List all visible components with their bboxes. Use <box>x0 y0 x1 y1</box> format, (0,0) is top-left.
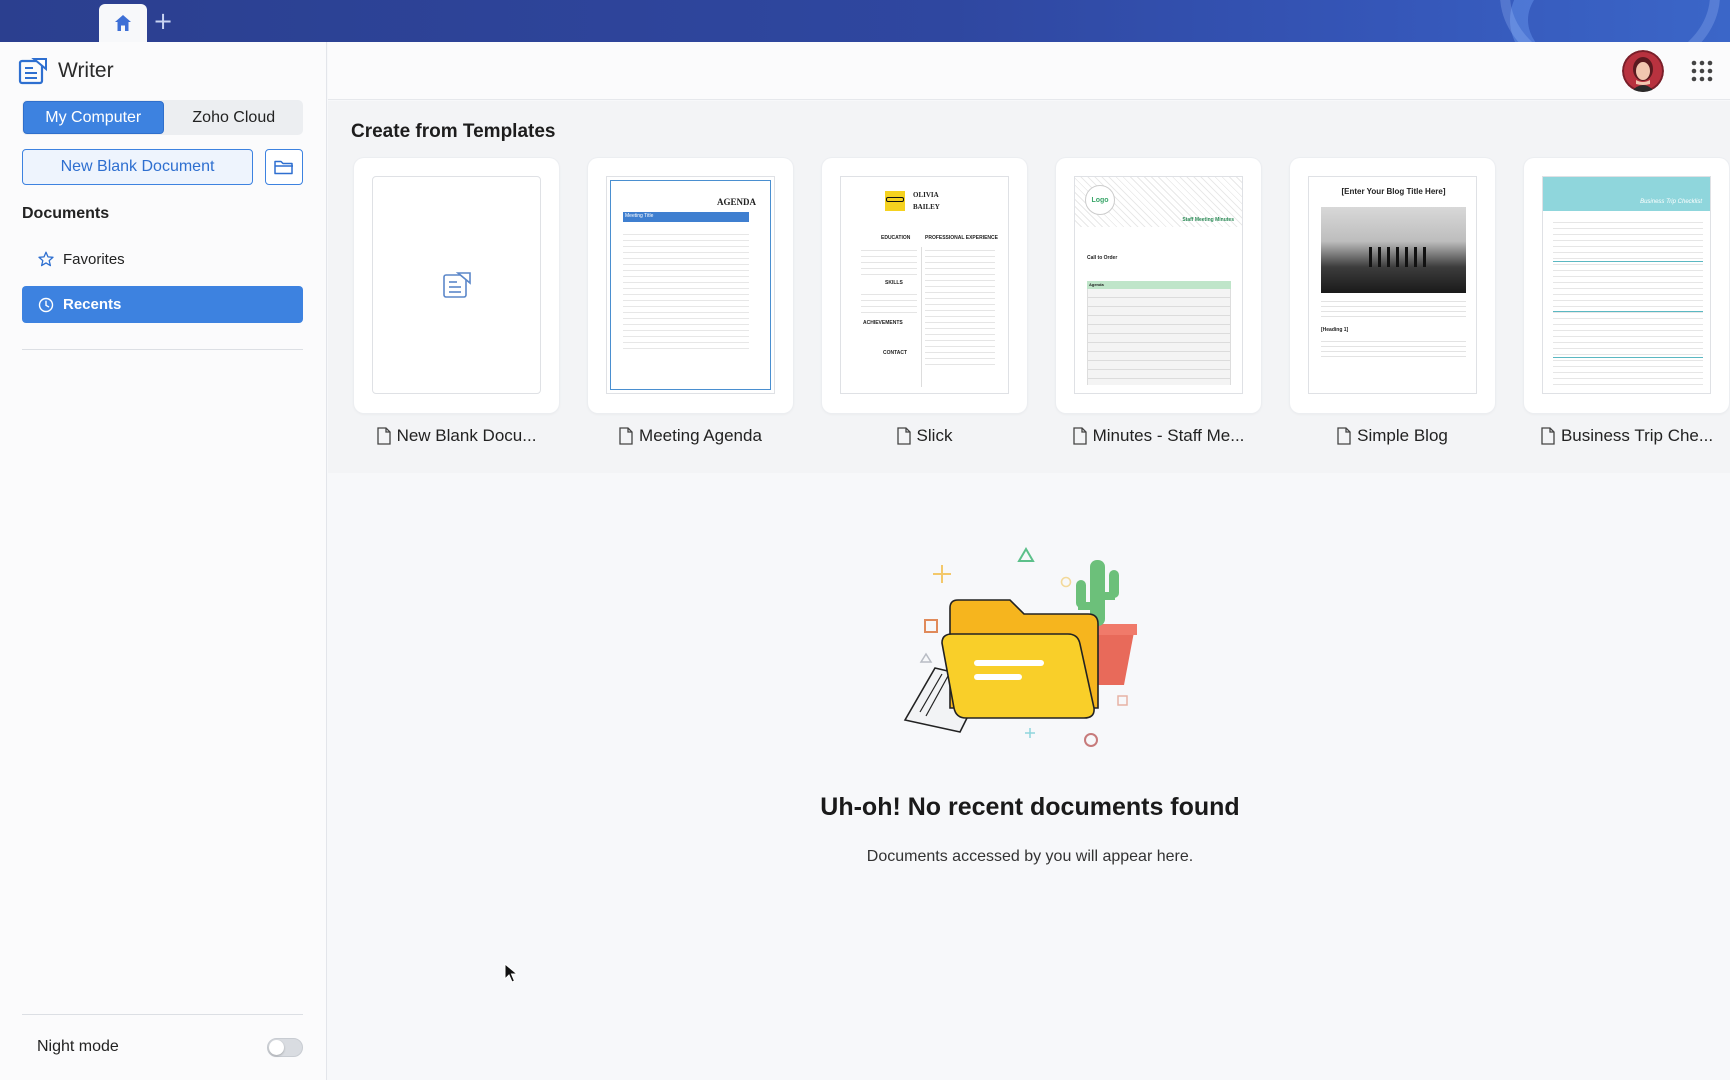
open-file-button[interactable] <box>265 149 303 185</box>
divider <box>22 1014 303 1015</box>
plus-icon: + <box>152 7 174 35</box>
sidebar-item-favorites[interactable]: Favorites <box>22 241 303 277</box>
preview-sub: Call to Order <box>1087 255 1118 261</box>
new-tab-button[interactable]: + <box>152 8 174 34</box>
document-icon <box>896 427 911 445</box>
template-card-simple-blog[interactable]: [Enter Your Blog Title Here] [Heading 1] <box>1290 158 1495 413</box>
divider <box>22 349 303 350</box>
night-mode-label: Night mode <box>37 1038 119 1055</box>
template-name: New Blank Docu... <box>396 426 537 445</box>
template-name: Business Trip Che... <box>1560 426 1714 445</box>
template-card-slick[interactable]: OLIVIA BAILEY EDUCATION PROFESSIONAL EXP… <box>822 158 1027 413</box>
template-preview: [Enter Your Blog Title Here] [Heading 1] <box>1308 176 1477 394</box>
documents-heading: Documents <box>22 205 110 222</box>
template-label-minutes-staff-meeting[interactable]: Minutes - Staff Me... <box>1056 424 1261 448</box>
header-decoration <box>1500 0 1720 42</box>
tab-my-computer[interactable]: My Computer <box>23 101 164 134</box>
preview-name: OLIVIA BAILEY <box>913 191 940 211</box>
template-name: Minutes - Staff Me... <box>1092 426 1245 445</box>
new-blank-document-button[interactable]: New Blank Document <box>22 149 253 185</box>
night-mode-toggle[interactable] <box>267 1038 303 1057</box>
writer-logo-icon <box>18 58 47 85</box>
preview-section: CONTACT <box>883 350 908 356</box>
template-name: Simple Blog <box>1357 426 1448 445</box>
star-icon <box>38 251 54 267</box>
template-card-blank[interactable] <box>354 158 559 413</box>
template-label-meeting-agenda[interactable]: Meeting Agenda <box>588 424 793 448</box>
app-name: Writer <box>58 59 114 82</box>
document-icon <box>1541 427 1555 445</box>
avatar-image <box>1622 50 1664 92</box>
templates-heading: Create from Templates <box>351 121 556 142</box>
preview-section: PROFESSIONAL EXPERIENCE <box>925 235 998 241</box>
sidebar: Writer My Computer Zoho Cloud New Blank … <box>0 42 327 1080</box>
template-preview: OLIVIA BAILEY EDUCATION PROFESSIONAL EXP… <box>840 176 1009 394</box>
clock-icon <box>38 297 54 312</box>
empty-state-title: Uh-oh! No recent documents found <box>820 793 1240 821</box>
writer-doc-icon <box>442 272 471 298</box>
template-preview <box>372 176 541 394</box>
app-grid-button[interactable] <box>1691 60 1713 82</box>
template-name: Meeting Agenda <box>639 426 762 445</box>
home-tab[interactable] <box>99 4 147 42</box>
sidebar-item-label: Favorites <box>63 250 125 268</box>
preview-section: ACHIEVEMENTS <box>863 320 903 326</box>
template-card-meeting-agenda[interactable]: AGENDA Meeting Title <box>588 158 793 413</box>
window-tab-bar: + <box>0 0 1730 42</box>
grid-icon <box>1691 60 1713 82</box>
template-preview: Logo Staff Meeting Minutes Call to Order… <box>1074 176 1243 394</box>
document-icon <box>376 427 391 445</box>
source-switcher: My Computer Zoho Cloud <box>22 100 303 135</box>
template-preview: AGENDA Meeting Title <box>606 176 775 394</box>
sidebar-item-recents[interactable]: Recents <box>22 286 303 323</box>
template-preview: Business Trip Checklist <box>1542 176 1711 394</box>
preview-heading: AGENDA <box>716 197 756 207</box>
template-label-blank[interactable]: New Blank Docu... <box>354 424 559 448</box>
empty-state-subtitle: Documents accessed by you will appear he… <box>866 848 1194 865</box>
template-card-minutes-staff-meeting[interactable]: Logo Staff Meeting Minutes Call to Order… <box>1056 158 1261 413</box>
home-icon <box>115 15 131 31</box>
empty-folder-illustration <box>903 547 1137 747</box>
template-label-simple-blog[interactable]: Simple Blog <box>1290 424 1495 448</box>
preview-sub: [Heading 1] <box>1321 327 1349 333</box>
template-label-slick[interactable]: Slick <box>822 424 1027 448</box>
main-header <box>328 42 1730 100</box>
app-brand: Writer <box>18 57 114 85</box>
toggle-knob <box>269 1040 284 1055</box>
preview-heading: Staff Meeting Minutes <box>1182 217 1234 223</box>
document-icon <box>1072 427 1087 445</box>
user-avatar[interactable] <box>1622 50 1664 92</box>
document-icon <box>1337 427 1351 445</box>
folder-open-icon <box>274 160 293 175</box>
sidebar-item-label: Recents <box>63 296 122 313</box>
template-card-business-trip-checklist[interactable]: Business Trip Checklist <box>1524 158 1729 413</box>
preview-section: SKILLS <box>885 280 903 286</box>
preview-heading: Business Trip Checklist <box>1640 199 1702 205</box>
document-icon <box>619 427 633 445</box>
template-label-business-trip-checklist[interactable]: Business Trip Che... <box>1524 424 1730 448</box>
preview-bar-text: Meeting Title <box>625 213 654 219</box>
mouse-pointer-icon <box>504 963 518 983</box>
preview-logo: Logo <box>1085 185 1115 215</box>
preview-section: EDUCATION <box>881 235 911 241</box>
tab-zoho-cloud[interactable]: Zoho Cloud <box>165 100 304 135</box>
template-name: Slick <box>916 426 953 445</box>
preview-heading: [Enter Your Blog Title Here] <box>1341 187 1446 196</box>
preview-col: Agenda <box>1089 282 1104 287</box>
